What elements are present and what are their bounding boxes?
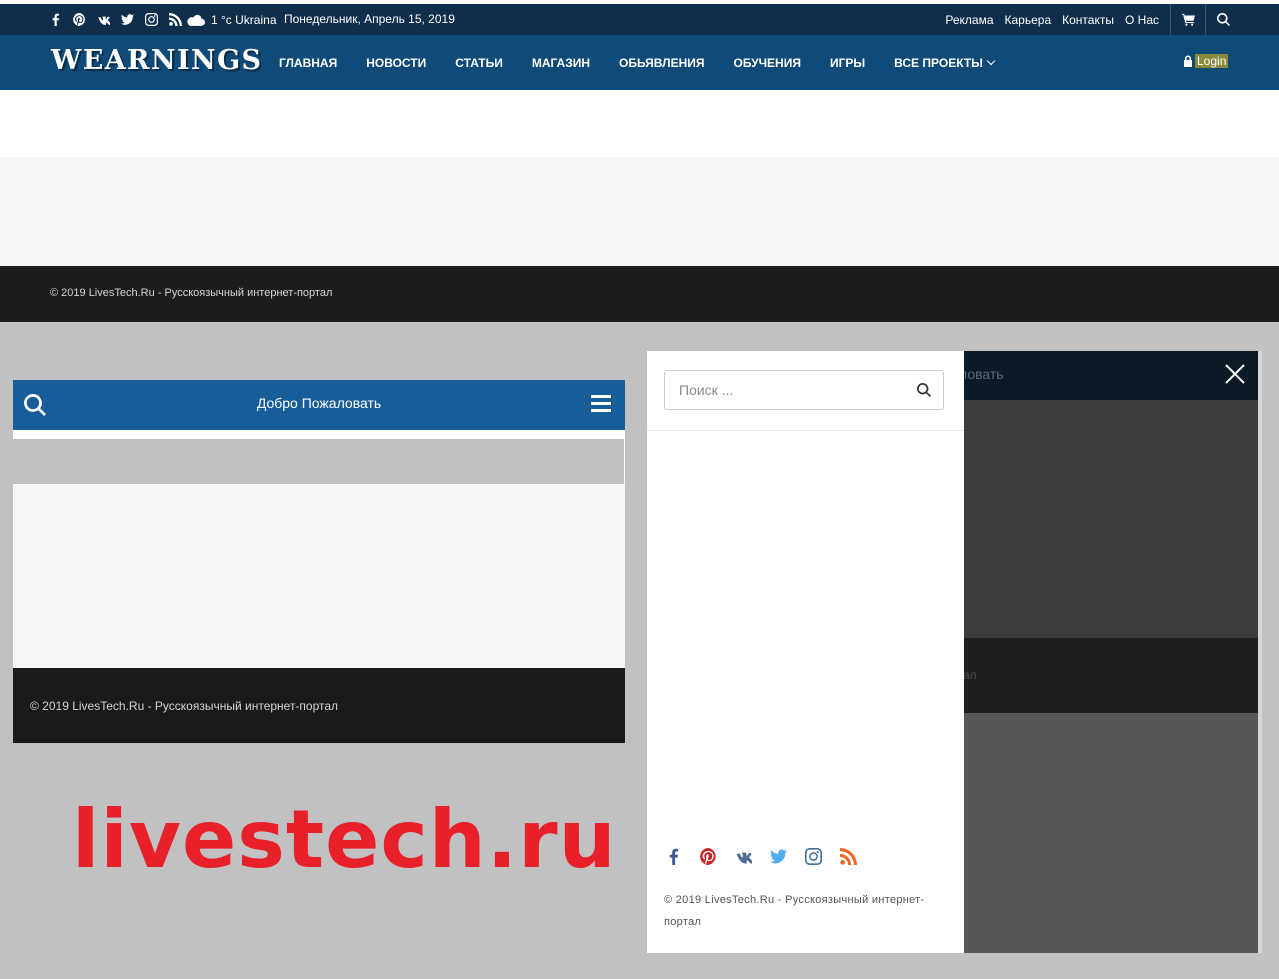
nav-item-classifieds[interactable]: ОБЬЯВЛЕНИЯ bbox=[619, 56, 704, 70]
search-icon bbox=[1216, 13, 1230, 26]
twitter-icon[interactable] bbox=[768, 846, 788, 866]
overlay-edge bbox=[1258, 351, 1262, 953]
vk-icon[interactable] bbox=[96, 12, 111, 27]
mobile-title: Добро Пожаловать bbox=[256, 395, 382, 411]
pinterest-icon[interactable] bbox=[72, 12, 87, 27]
nav-item-articles[interactable]: СТАТЬИ bbox=[455, 56, 503, 70]
topbar-link-contacts[interactable]: Контакты bbox=[1062, 13, 1114, 27]
mobile-content-placeholder bbox=[13, 484, 625, 668]
cloud-icon bbox=[187, 14, 205, 26]
main-nav: ГЛАВНАЯ НОВОСТИ СТАТЬИ МАГАЗИН ОБЬЯВЛЕНИ… bbox=[279, 35, 996, 90]
cart-button[interactable] bbox=[1170, 4, 1206, 35]
overlay-ghost-footer: ал bbox=[963, 668, 977, 682]
drawer-search-button[interactable] bbox=[917, 383, 931, 397]
overlay-ghost-title: ловать bbox=[959, 366, 1004, 382]
close-icon bbox=[1225, 364, 1245, 384]
drawer-search-box bbox=[664, 370, 944, 410]
mobile-header: Добро Пожаловать bbox=[13, 380, 625, 430]
search-icon bbox=[917, 383, 931, 397]
nav-item-all-projects-label: ВСЕ ПРОЕКТЫ bbox=[894, 55, 983, 70]
footer-copyright: © 2019 LivesTech.Ru - Русскоязычный инте… bbox=[50, 287, 333, 299]
mobile-footer: © 2019 LivesTech.Ru - Русскоязычный инте… bbox=[13, 668, 625, 743]
desktop-site-screenshot: 1 °c Ukraina Понедельник, Апрель 15, 201… bbox=[0, 0, 1279, 322]
offcanvas-drawer: © 2019 LivesTech.Ru - Русскоязычный инте… bbox=[647, 351, 964, 953]
lock-icon bbox=[1184, 55, 1192, 67]
drawer-divider bbox=[647, 430, 964, 431]
instagram-icon[interactable] bbox=[144, 12, 159, 27]
topbar-link-about[interactable]: О Нас bbox=[1125, 13, 1159, 27]
top-bar: 1 °c Ukraina Понедельник, Апрель 15, 201… bbox=[0, 4, 1279, 35]
nav-item-games[interactable]: ИГРЫ bbox=[830, 56, 865, 70]
mobile-gap bbox=[13, 439, 624, 484]
hamburger-menu-icon[interactable] bbox=[591, 395, 611, 413]
topbar-links: Реклама Карьера Контакты О Нас bbox=[945, 4, 1159, 35]
nav-item-home[interactable]: ГЛАВНАЯ bbox=[279, 56, 337, 70]
topbar-link-careers[interactable]: Карьера bbox=[1005, 13, 1052, 27]
pinterest-icon[interactable] bbox=[698, 846, 718, 866]
mobile-view-screenshot: Добро Пожаловать © 2019 LivesTech.Ru - Р… bbox=[13, 380, 625, 743]
drawer-search-input[interactable] bbox=[665, 371, 905, 409]
rss-icon[interactable] bbox=[838, 846, 858, 866]
weather-text: 1 °c Ukraina bbox=[211, 12, 277, 27]
twitter-icon[interactable] bbox=[120, 12, 135, 27]
chevron-down-icon bbox=[986, 56, 996, 65]
login-button[interactable]: Login bbox=[1183, 54, 1229, 68]
site-watermark: livestech.ru bbox=[72, 793, 617, 886]
drawer-copyright: © 2019 LivesTech.Ru - Русскоязычный инте… bbox=[664, 894, 925, 928]
close-button[interactable] bbox=[1222, 361, 1248, 387]
topbar-search-button[interactable] bbox=[1206, 4, 1240, 35]
site-footer: © 2019 LivesTech.Ru - Русскоязычный инте… bbox=[0, 266, 1279, 322]
nav-item-all-projects[interactable]: ВСЕ ПРОЕКТЫ bbox=[894, 55, 996, 70]
topbar-link-ads[interactable]: Реклама bbox=[945, 13, 993, 27]
rss-icon[interactable] bbox=[168, 12, 183, 27]
instagram-icon[interactable] bbox=[803, 846, 823, 866]
cart-icon bbox=[1181, 13, 1195, 26]
mobile-footer-copyright: © 2019 LivesTech.Ru - Русскоязычный инте… bbox=[30, 699, 339, 713]
facebook-icon[interactable] bbox=[663, 846, 683, 866]
nav-item-news[interactable]: НОВОСТИ bbox=[366, 56, 426, 70]
main-navbar: WEARNINGS ГЛАВНАЯ НОВОСТИ СТАТЬИ МАГАЗИН… bbox=[0, 35, 1279, 90]
topbar-social-links bbox=[48, 4, 183, 35]
nav-item-education[interactable]: ОБУЧЕНИЯ bbox=[734, 56, 801, 70]
content-placeholder bbox=[0, 157, 1279, 266]
login-label: Login bbox=[1195, 54, 1229, 68]
weather-widget: 1 °c Ukraina bbox=[187, 4, 277, 35]
vk-icon[interactable] bbox=[733, 846, 753, 866]
topbar-date: Понедельник, Апрель 15, 2019 bbox=[284, 12, 455, 26]
facebook-icon[interactable] bbox=[48, 12, 63, 27]
nav-item-shop[interactable]: МАГАЗИН bbox=[532, 56, 590, 70]
drawer-social-links bbox=[663, 846, 858, 866]
site-logo[interactable]: WEARNINGS bbox=[51, 45, 262, 76]
